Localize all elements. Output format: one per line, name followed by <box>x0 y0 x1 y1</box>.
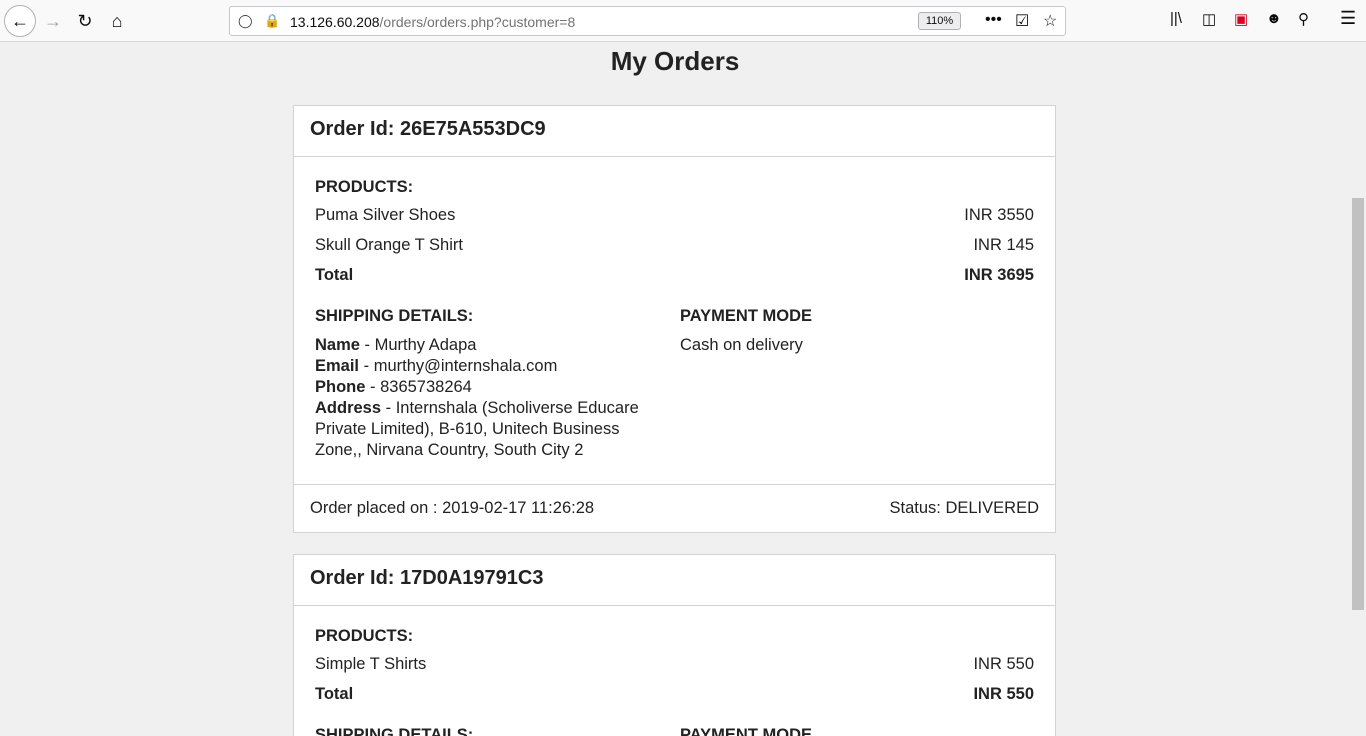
email-value: - murthy@internshala.com <box>359 357 558 375</box>
details-columns: SHIPPING DETAILS: Name - Murthy Adapa Em… <box>315 307 1034 461</box>
order-body: PRODUCTS: Puma Silver Shoes INR 3550 Sku… <box>294 157 1055 484</box>
extension-icon[interactable]: ▣ <box>1234 10 1248 28</box>
phone-value: - 8365738264 <box>365 378 472 396</box>
pocket-icon[interactable]: ☑ <box>1015 11 1029 31</box>
home-icon[interactable]: ⌂ <box>101 5 133 37</box>
payment-details: PAYMENT MODE <box>680 726 1034 736</box>
payment-heading: PAYMENT MODE <box>680 307 813 325</box>
extension-search-icon[interactable]: ⚲ <box>1298 10 1309 28</box>
details-columns: SHIPPING DETAILS: PAYMENT MODE <box>315 726 1034 736</box>
back-arrow-icon[interactable]: ← <box>4 5 36 37</box>
shipping-address: Address - Internshala (Scholiverse Educa… <box>315 398 655 461</box>
url-path: /orders/orders.php?customer=8 <box>379 14 576 30</box>
payment-details: PAYMENT MODE Cash on delivery <box>680 307 1034 461</box>
product-row: Simple T Shirts INR 550 <box>315 654 1034 684</box>
shipping-phone: Phone - 8365738264 <box>315 377 680 398</box>
product-row: Puma Silver Shoes INR 3550 <box>315 205 1034 235</box>
order-body: PRODUCTS: Simple T Shirts INR 550 Total … <box>294 606 1055 736</box>
shipping-heading: SHIPPING DETAILS: <box>315 307 474 325</box>
product-name: Puma Silver Shoes <box>315 206 456 224</box>
order-placed-date: Order placed on : 2019-02-17 11:26:28 <box>310 499 595 517</box>
payment-mode-value: Cash on delivery <box>680 336 803 354</box>
name-value: - Murthy Adapa <box>359 336 477 354</box>
product-row: Skull Orange T Shirt INR 145 <box>315 235 1034 265</box>
shipping-email: Email - murthy@internshala.com <box>315 356 680 377</box>
product-price: INR 550 <box>973 655 1034 673</box>
page-scrollbar[interactable] <box>1350 42 1366 736</box>
address-label: Address <box>315 399 382 417</box>
email-label: Email <box>315 357 360 375</box>
order-card: Order Id: 26E75A553DC9 PRODUCTS: Puma Si… <box>293 105 1056 533</box>
insecure-lock-icon[interactable]: 🔒 <box>264 13 280 29</box>
total-value: INR 3695 <box>964 266 1034 284</box>
phone-label: Phone <box>315 378 366 396</box>
browser-toolbar: ← → ↻ ⌂ ◯ 🔒 13.126.60.208/orders/orders.… <box>0 0 1366 42</box>
order-id-heading: Order Id: 17D0A19791C3 <box>294 555 1055 606</box>
total-row: Total INR 3695 <box>315 265 1034 295</box>
address-bar[interactable]: ◯ 🔒 13.126.60.208/orders/orders.php?cust… <box>229 6 1066 36</box>
url-host: 13.126.60.208 <box>290 14 380 30</box>
bookmark-star-icon[interactable]: ☆ <box>1043 11 1057 31</box>
shipping-details: SHIPPING DETAILS: Name - Murthy Adapa Em… <box>315 307 680 461</box>
name-label: Name <box>315 336 360 354</box>
shield-icon[interactable]: ◯ <box>238 13 253 29</box>
product-price: INR 3550 <box>964 206 1034 224</box>
shipping-details: SHIPPING DETAILS: <box>315 726 680 736</box>
forward-arrow-icon[interactable]: → <box>37 5 69 37</box>
products-heading: PRODUCTS: <box>315 178 414 196</box>
account-icon[interactable]: ☻ <box>1266 10 1282 27</box>
reload-icon[interactable]: ↻ <box>69 5 101 37</box>
scrollbar-thumb[interactable] <box>1352 198 1364 610</box>
shipping-name: Name - Murthy Adapa <box>315 335 680 356</box>
page-actions-icon[interactable]: ••• <box>985 11 1002 29</box>
status-badge: Status: DELIVERED <box>889 499 1039 517</box>
order-footer: Order placed on : 2019-02-17 11:26:28 St… <box>294 484 1055 532</box>
page-title: My Orders <box>610 46 740 76</box>
order-id-heading: Order Id: 26E75A553DC9 <box>294 106 1055 157</box>
total-row: Total INR 550 <box>315 684 1034 714</box>
total-label: Total <box>315 266 354 284</box>
sidebar-icon[interactable]: ◫ <box>1202 10 1216 28</box>
payment-heading: PAYMENT MODE <box>680 726 813 736</box>
products-heading: PRODUCTS: <box>315 627 414 645</box>
total-value: INR 550 <box>973 685 1034 703</box>
product-name: Simple T Shirts <box>315 655 427 673</box>
shipping-heading: SHIPPING DETAILS: <box>315 726 474 736</box>
order-card: Order Id: 17D0A19791C3 PRODUCTS: Simple … <box>293 554 1056 736</box>
url-text[interactable]: 13.126.60.208/orders/orders.php?customer… <box>290 14 575 30</box>
total-label: Total <box>315 685 354 703</box>
zoom-level-badge[interactable]: 110% <box>918 12 961 30</box>
product-price: INR 145 <box>973 236 1034 254</box>
library-icon[interactable]: ||\ <box>1170 10 1182 27</box>
menu-icon[interactable]: ☰ <box>1340 8 1356 29</box>
product-name: Skull Orange T Shirt <box>315 236 463 254</box>
